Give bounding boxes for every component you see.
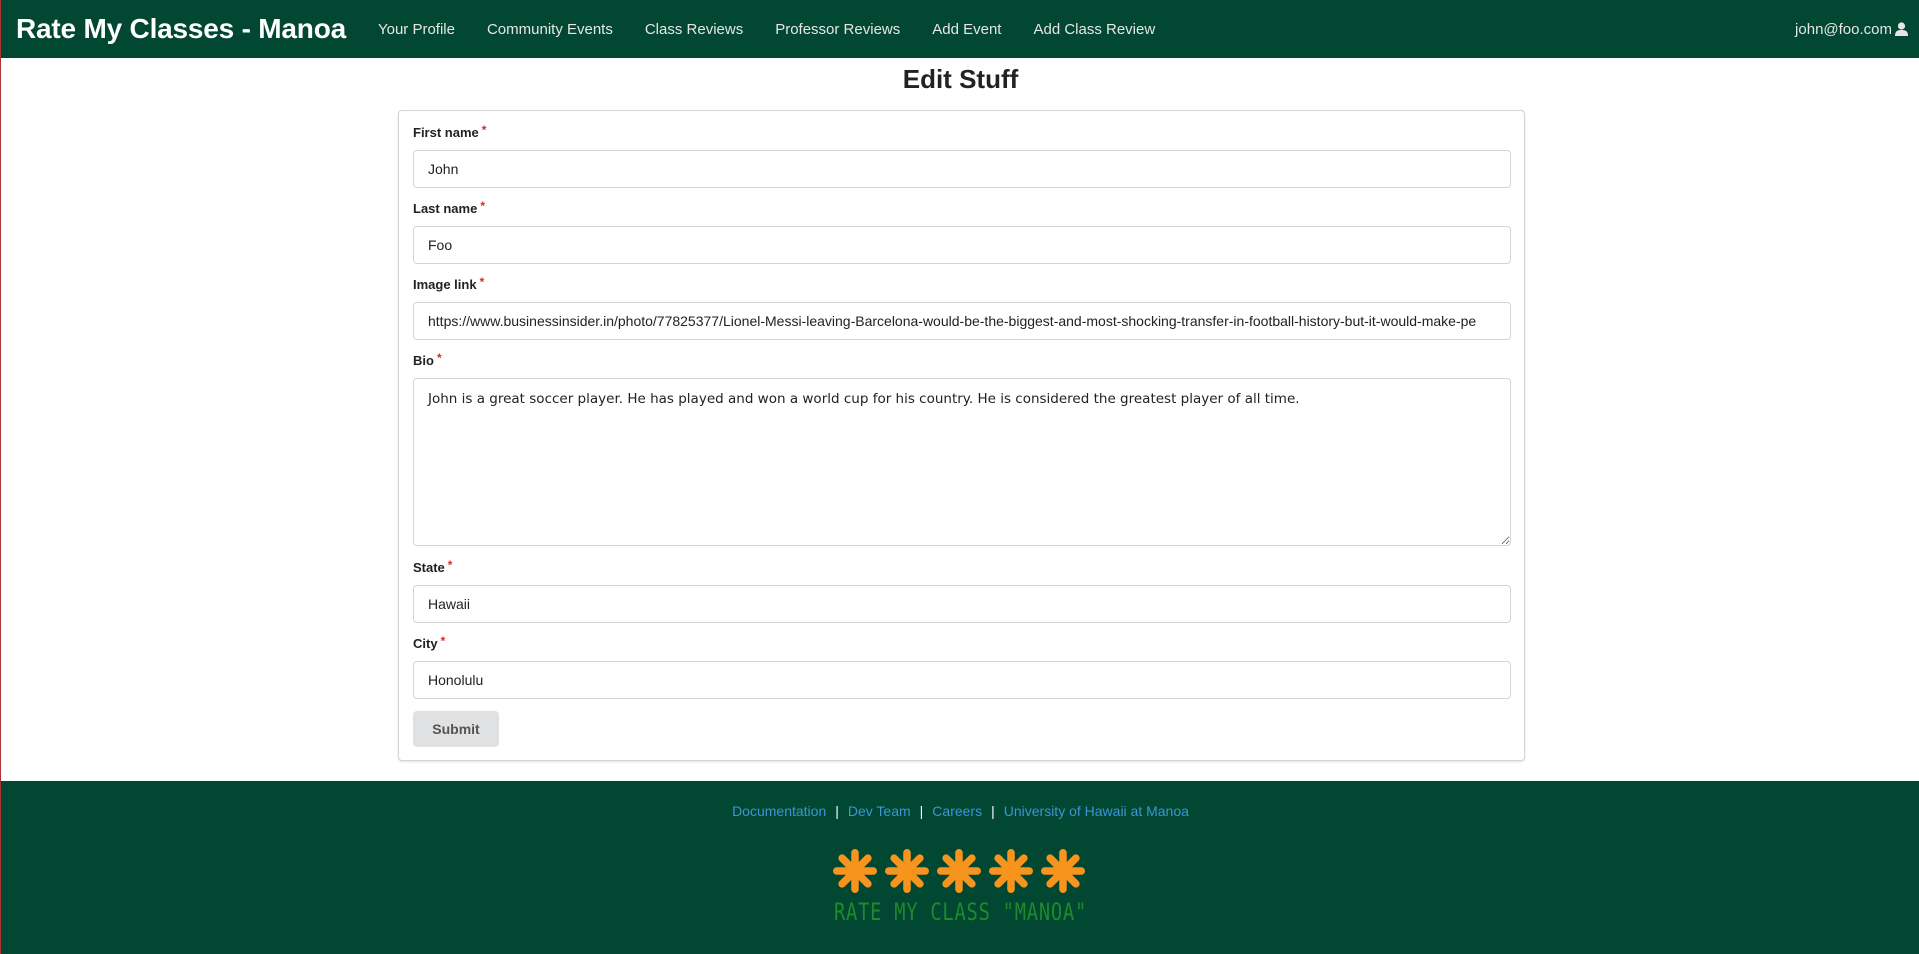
state-input[interactable]	[413, 585, 1511, 623]
required-marker: *	[480, 199, 485, 213]
user-menu[interactable]: john@foo.com	[1795, 0, 1908, 58]
city-input[interactable]	[413, 661, 1511, 699]
footer-link-uh-manoa[interactable]: University of Hawaii at Manoa	[1004, 803, 1189, 819]
first-name-field-group: First name *	[413, 123, 1511, 188]
footer-link-documentation[interactable]: Documentation	[732, 803, 826, 819]
last-name-field-group: Last name *	[413, 199, 1511, 264]
footer-link-careers[interactable]: Careers	[932, 803, 982, 819]
nav-item-add-class-review[interactable]: Add Class Review	[1033, 21, 1155, 38]
star-icon	[937, 849, 981, 893]
user-icon	[1895, 22, 1908, 36]
footer-link-dev-team[interactable]: Dev Team	[848, 803, 911, 819]
star-icon	[885, 849, 929, 893]
image-link-input[interactable]	[413, 302, 1511, 340]
nav-menu: Your Profile Community Events Class Revi…	[362, 21, 1171, 38]
city-field-group: City *	[413, 634, 1511, 699]
image-link-field-group: Image link *	[413, 275, 1511, 340]
nav-item-community-events[interactable]: Community Events	[487, 21, 613, 38]
city-label: City *	[413, 634, 446, 651]
star-icon	[833, 849, 877, 893]
required-marker: *	[436, 351, 442, 365]
state-label: State *	[413, 558, 453, 575]
footer-separator: |	[919, 803, 924, 819]
brand-title[interactable]: Rate My Classes - Manoa	[16, 13, 346, 45]
user-email: john@foo.com	[1795, 20, 1892, 38]
nav-item-professor-reviews[interactable]: Professor Reviews	[775, 21, 900, 38]
nav-item-your-profile[interactable]: Your Profile	[378, 21, 455, 38]
last-name-label: Last name *	[413, 199, 485, 216]
first-name-input[interactable]	[413, 150, 1511, 188]
state-field-group: State *	[413, 558, 1511, 623]
footer: Documentation | Dev Team | Careers | Universit…	[1, 781, 1919, 954]
required-marker: *	[447, 558, 453, 572]
star-icon	[989, 849, 1033, 893]
submit-button[interactable]: Submit	[413, 711, 499, 747]
page-title: Edit Stuff	[902, 64, 1019, 94]
last-name-input[interactable]	[413, 226, 1511, 264]
bio-label: Bio *	[413, 351, 442, 368]
nav-item-add-event[interactable]: Add Event	[932, 21, 1001, 38]
image-link-label: Image link *	[413, 275, 485, 292]
star-icon	[1041, 849, 1085, 893]
footer-separator: |	[835, 803, 839, 819]
required-marker: *	[481, 123, 487, 137]
footer-separator: |	[991, 803, 995, 819]
bio-field-group: Bio *	[413, 351, 1511, 551]
first-name-label: First name *	[413, 123, 487, 140]
logo-text: RATE MY CLASS "MANOA"	[833, 898, 1088, 926]
top-navbar: Rate My Classes - Manoa Your Profile Com…	[1, 0, 1919, 58]
nav-item-class-reviews[interactable]: Class Reviews	[645, 21, 743, 38]
edit-profile-form: First name* Last name* Image link* Bio* …	[398, 110, 1525, 761]
footer-links: Documentation | Dev Team | Careers | Universit…	[1, 803, 1919, 819]
bio-textarea[interactable]	[413, 378, 1511, 546]
required-marker: *	[440, 634, 446, 648]
required-marker: *	[479, 275, 485, 289]
